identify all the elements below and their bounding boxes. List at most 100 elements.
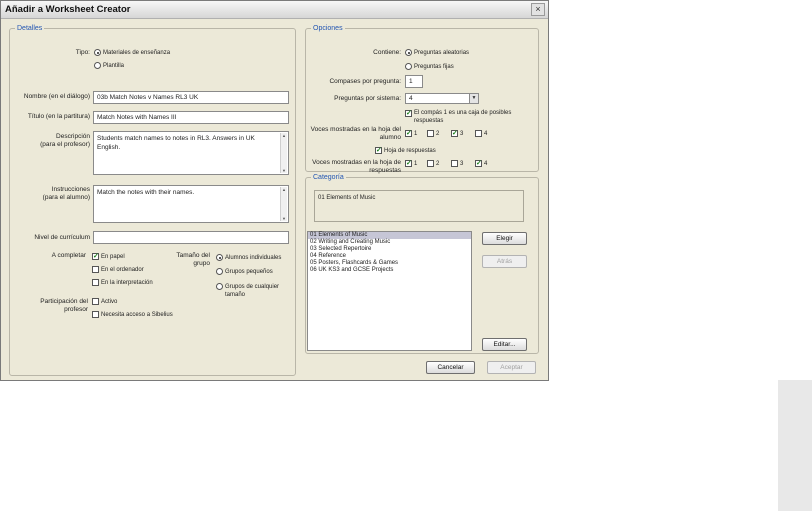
- answer-voice-1-checkbox[interactable]: ✓: [405, 160, 412, 167]
- group-size-label-1: Tamaño del: [176, 252, 210, 259]
- edit-button[interactable]: Editar...: [482, 338, 527, 351]
- student-voice-2-checkbox[interactable]: [427, 130, 434, 137]
- answer-voice-4-label: 4: [484, 161, 488, 167]
- bar1-answers-checkbox[interactable]: ✓: [405, 110, 412, 117]
- contains-label: Contiene:: [373, 49, 401, 56]
- fixed-questions-radio[interactable]: [405, 63, 412, 70]
- name-input[interactable]: 03b Match Notes v Names RL3 UK: [93, 91, 289, 104]
- list-item[interactable]: 03 Selected Repertoire: [308, 246, 471, 253]
- random-questions-label: Preguntas aleatorias: [414, 50, 470, 56]
- teacher-active-checkbox[interactable]: [92, 298, 99, 305]
- bars-per-question-label: Compases por pregunta:: [329, 78, 401, 85]
- options-legend: Opciones: [313, 25, 343, 32]
- answer-voice-3-checkbox[interactable]: [451, 160, 458, 167]
- complete-performance-checkbox[interactable]: [92, 279, 99, 286]
- scroll-down-icon[interactable]: ▼: [281, 216, 287, 221]
- fixed-questions-label: Preguntas fijas: [414, 64, 454, 70]
- complete-computer-label: En el ordenador: [101, 267, 144, 273]
- description-scrollbar[interactable]: ▲ ▼: [280, 133, 287, 173]
- questions-per-system-select[interactable]: 4 ▼: [405, 93, 479, 104]
- teacher-label-2: profesor: [64, 306, 88, 313]
- category-group: Categoría 01 Elements of Music 01 Elemen…: [305, 174, 539, 354]
- group-any-label: Grupos de cualquier tamaño: [225, 284, 280, 298]
- bars-per-question-input[interactable]: 1: [405, 75, 423, 88]
- complete-computer-checkbox[interactable]: [92, 266, 99, 273]
- name-label: Nombre (en el diálogo): [23, 93, 90, 100]
- curriculum-input[interactable]: [93, 231, 289, 244]
- list-item[interactable]: 01 Elements of Music: [308, 232, 471, 239]
- instructions-scrollbar[interactable]: ▲ ▼: [280, 187, 287, 221]
- answer-voice-1-label: 1: [414, 161, 418, 167]
- complete-label: A completar: [51, 252, 86, 259]
- teacher-label-1: Participación del: [40, 298, 88, 305]
- teacher-sibelius-checkbox[interactable]: [92, 311, 99, 318]
- details-group: Detalles Tipo: Materiales de enseñanza P…: [9, 25, 296, 376]
- category-legend: Categoría: [313, 174, 344, 181]
- answer-voice-2-checkbox[interactable]: [427, 160, 434, 167]
- complete-performance-label: En la interpretación: [101, 280, 153, 286]
- student-voice-4-label: 4: [484, 131, 488, 137]
- list-item[interactable]: 04 Reference: [308, 253, 471, 260]
- title-bar[interactable]: Añadir a Worksheet Creator ×: [1, 1, 548, 19]
- answer-voice-2-label: 2: [436, 161, 440, 167]
- choose-button[interactable]: Elegir: [482, 232, 527, 245]
- list-item[interactable]: 06 UK KS3 and GCSE Projects: [308, 267, 471, 274]
- description-label-2: (para el profesor): [40, 141, 90, 148]
- answer-sheet-label: Hoja de respuestas: [384, 148, 436, 154]
- curriculum-label: Nivel de currículum: [34, 234, 90, 241]
- teacher-active-label: Activo: [101, 299, 118, 305]
- student-voice-4-checkbox[interactable]: [475, 130, 482, 137]
- answer-voice-4-checkbox[interactable]: ✓: [475, 160, 482, 167]
- description-label-1: Descripción: [56, 133, 90, 140]
- answer-sheet-checkbox[interactable]: ✓: [375, 147, 382, 154]
- cancel-button[interactable]: Cancelar: [426, 361, 475, 374]
- student-voices-label: Voces mostradas en la hoja del alumno: [310, 126, 401, 141]
- group-small-label: Grupos pequeños: [225, 269, 273, 275]
- scroll-down-icon[interactable]: ▼: [281, 168, 287, 173]
- type-teaching-radio[interactable]: [94, 49, 101, 56]
- background-panel: [778, 380, 812, 511]
- dialog-title: Añadir a Worksheet Creator: [5, 4, 131, 15]
- student-voice-3-label: 3: [460, 131, 464, 137]
- add-to-worksheet-dialog: Añadir a Worksheet Creator × Detalles Ti…: [0, 0, 549, 381]
- list-item[interactable]: 02 Writing and Creating Music: [308, 239, 471, 246]
- details-legend: Detalles: [17, 25, 43, 32]
- description-textarea[interactable]: Students match names to notes in RL3. An…: [93, 131, 289, 175]
- instructions-label-1: Instrucciones: [51, 186, 90, 193]
- current-category-box: 01 Elements of Music: [314, 190, 524, 222]
- current-category-text: 01 Elements of Music: [318, 195, 376, 201]
- description-text: Students match names to notes in RL3. An…: [97, 135, 255, 151]
- student-voice-2-label: 2: [436, 131, 440, 137]
- student-voice-1-label: 1: [414, 131, 418, 137]
- type-label: Tipo:: [75, 49, 90, 56]
- student-voice-3-checkbox[interactable]: ✓: [451, 130, 458, 137]
- close-icon[interactable]: ×: [531, 3, 545, 16]
- group-individual-radio[interactable]: [216, 254, 223, 261]
- group-any-radio[interactable]: [216, 283, 223, 290]
- answer-voice-3-label: 3: [460, 161, 464, 167]
- group-small-radio[interactable]: [216, 268, 223, 275]
- list-item[interactable]: 05 Posters, Flashcards & Games: [308, 260, 471, 267]
- instructions-label-2: (para el alumno): [42, 194, 90, 201]
- category-list[interactable]: 01 Elements of Music 02 Writing and Crea…: [307, 231, 472, 351]
- back-button[interactable]: Atrás: [482, 255, 527, 268]
- group-individual-label: Alumnos individuales: [225, 255, 282, 261]
- chevron-down-icon[interactable]: ▼: [469, 94, 478, 103]
- student-voice-1-checkbox[interactable]: ✓: [405, 130, 412, 137]
- type-teaching-label: Materiales de enseñanza: [103, 50, 171, 56]
- scroll-up-icon[interactable]: ▲: [281, 133, 287, 138]
- type-template-radio[interactable]: [94, 62, 101, 69]
- answer-voices-label: Voces mostradas en la hoja de respuestas: [312, 159, 401, 174]
- random-questions-radio[interactable]: [405, 49, 412, 56]
- options-group: Opciones Contiene: Preguntas aleatorias …: [305, 25, 539, 174]
- scroll-up-icon[interactable]: ▲: [281, 187, 287, 192]
- complete-paper-label: En papel: [101, 254, 125, 260]
- accept-button[interactable]: Aceptar: [487, 361, 536, 374]
- type-template-label: Plantilla: [103, 63, 125, 69]
- title-input[interactable]: Match Notes with Names III: [93, 111, 289, 124]
- group-size-label-2: grupo: [193, 260, 210, 267]
- complete-paper-checkbox[interactable]: ✓: [92, 253, 99, 260]
- questions-per-system-value: 4: [409, 95, 413, 102]
- instructions-text: Match the notes with their names.: [97, 189, 195, 196]
- instructions-textarea[interactable]: Match the notes with their names. ▲ ▼: [93, 185, 289, 223]
